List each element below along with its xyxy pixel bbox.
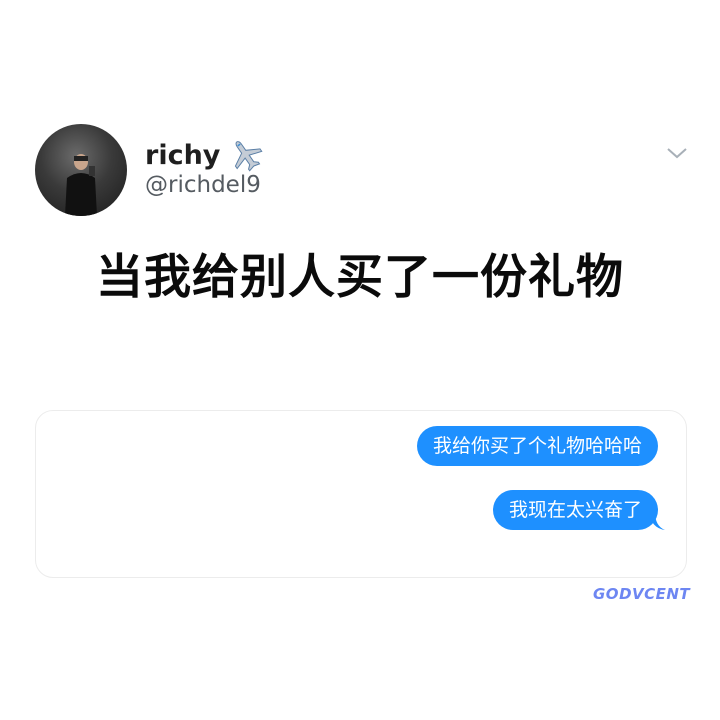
author-name-text: richy [145,139,221,171]
message-text: 我现在太兴奋了 [508,499,642,521]
message-text: 我给你买了个礼物哈哈哈 [432,435,642,457]
author-name[interactable]: richy [145,137,264,173]
headline: 当我给别人买了一份礼物 [96,250,624,305]
airplane-icon [235,141,263,172]
person-silhouette-icon [65,154,97,216]
author-handle[interactable]: @richdel9 [145,172,261,198]
bubble-tail [649,512,665,530]
chat-panel: 我给你买了个礼物哈哈哈 我现在太兴奋了 [35,410,687,578]
watermark: GODVCENT [593,585,691,603]
message-bubble[interactable]: 我给你买了个礼物哈哈哈 [416,426,658,466]
message-bubble[interactable]: 我现在太兴奋了 [492,490,665,530]
chevron-down-icon[interactable] [666,146,688,160]
avatar[interactable] [35,124,127,216]
